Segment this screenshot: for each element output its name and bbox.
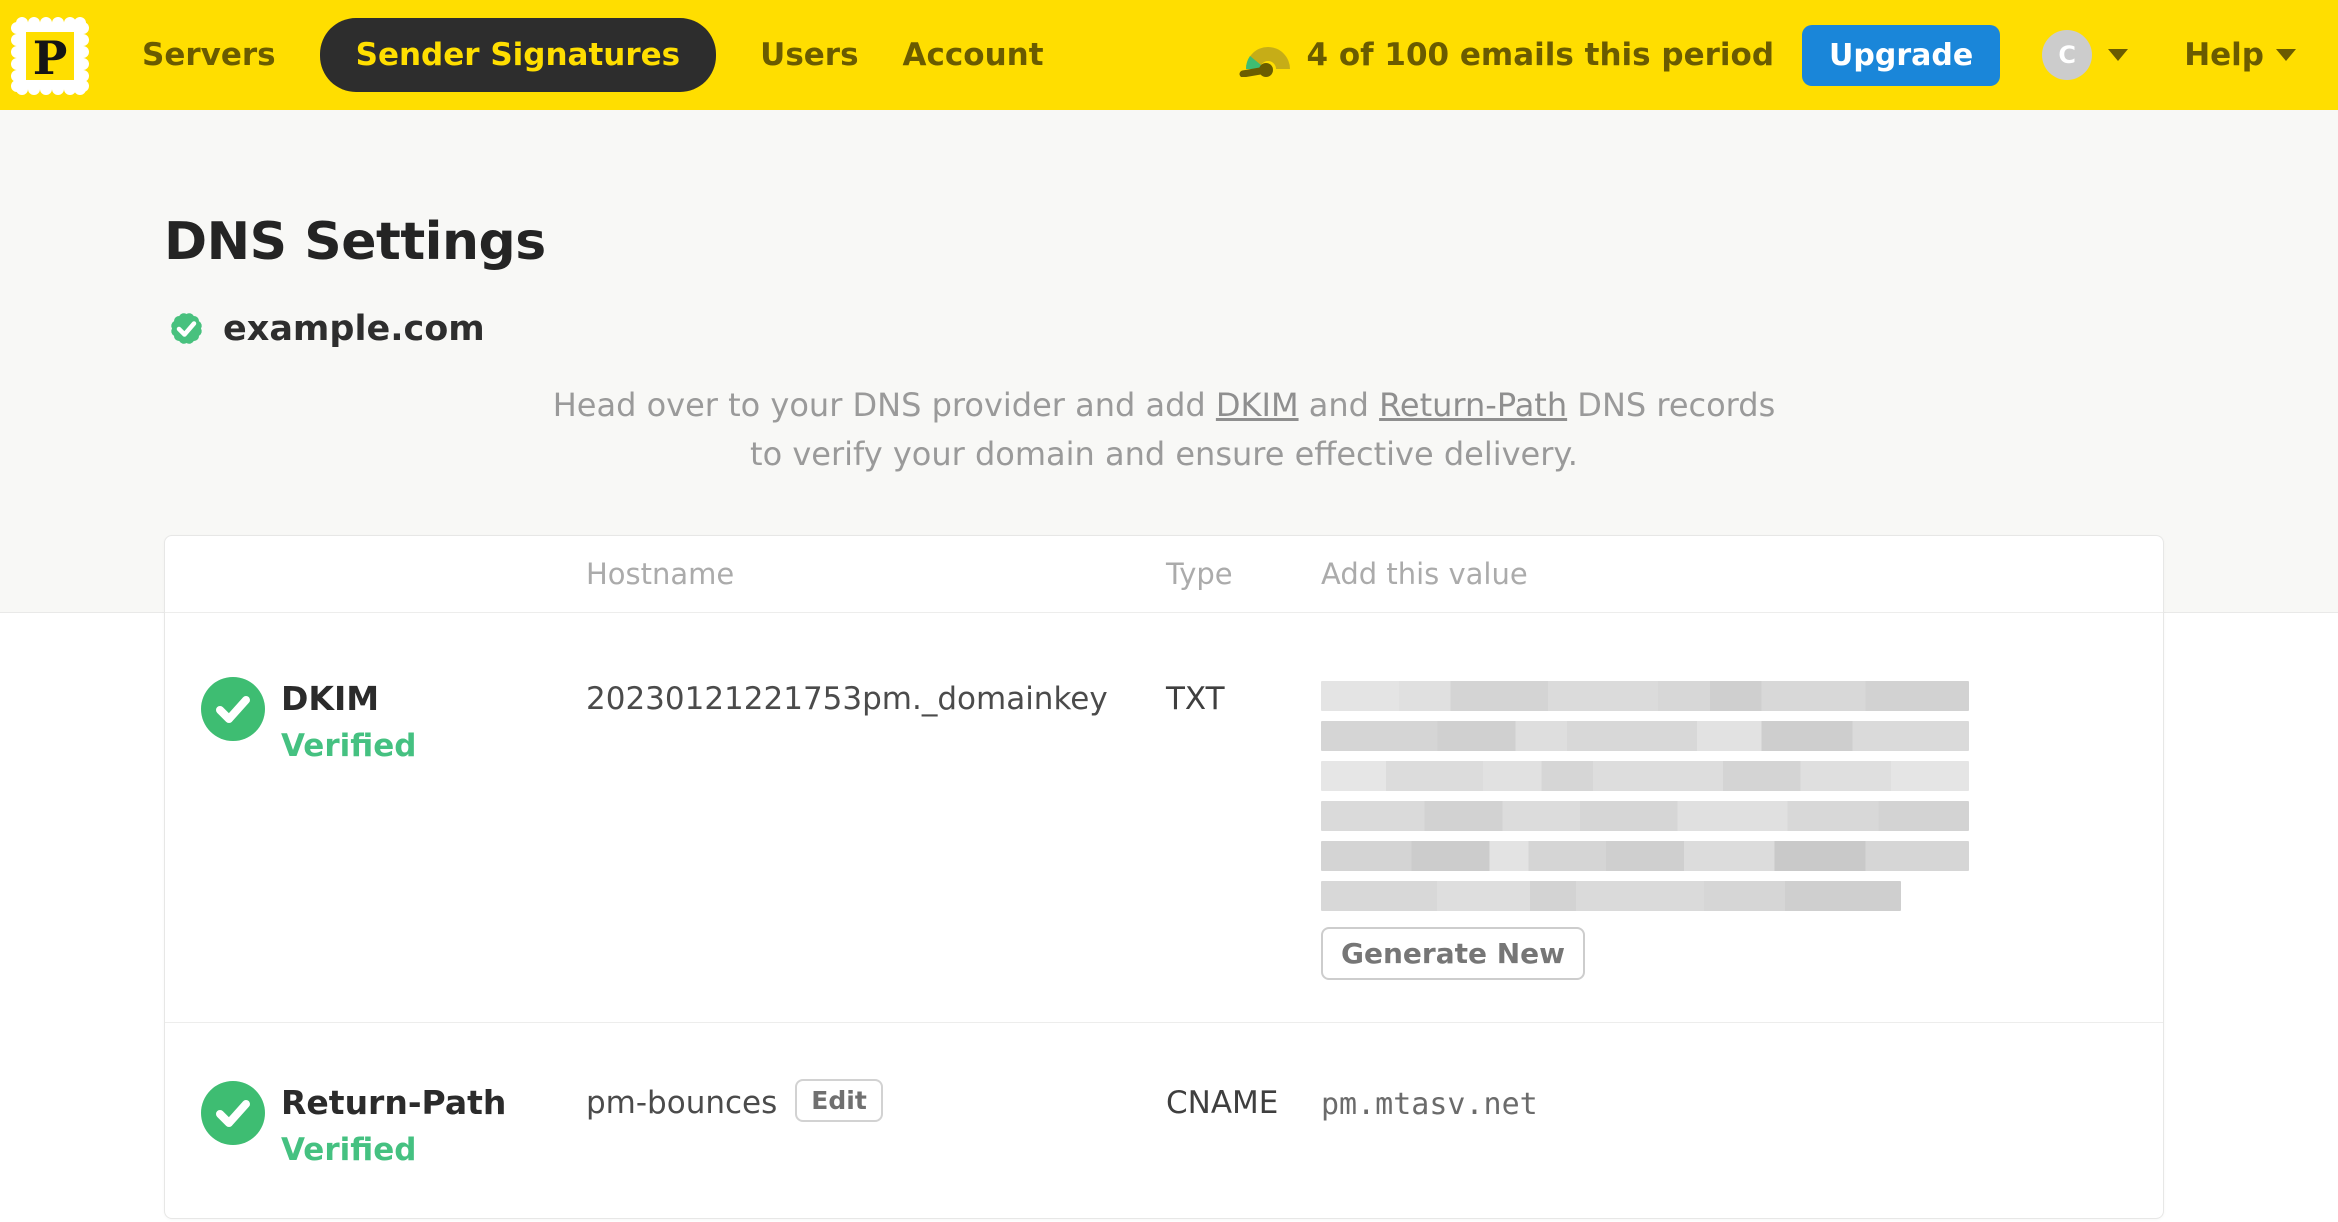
verified-check-icon xyxy=(201,1081,265,1145)
hostname-value: pm-bounces xyxy=(586,1085,778,1121)
status-badge: Verified xyxy=(281,728,417,764)
generate-new-button[interactable]: Generate New xyxy=(1321,927,1586,980)
column-header-type: Type xyxy=(1166,557,1233,591)
gauge-icon xyxy=(1239,47,1291,77)
table-header-row: Hostname Type Add this value xyxy=(165,536,2163,612)
verified-check-icon xyxy=(201,677,265,741)
dkim-value-cell: Generate New xyxy=(1321,677,2127,980)
redacted-bar xyxy=(1321,761,1969,791)
redacted-bar xyxy=(1321,721,1969,751)
navbar: P Servers Sender Signatures Users Accoun… xyxy=(0,0,2338,110)
nav-item-users[interactable]: Users xyxy=(760,37,858,73)
primary-nav: Servers Sender Signatures Users Account xyxy=(142,18,1044,92)
page-title: DNS Settings xyxy=(164,212,546,272)
record-name: DKIM xyxy=(281,679,380,718)
dkim-hostname: 20230121221753pm._domainkey xyxy=(586,677,1166,980)
dkim-type: TXT xyxy=(1166,681,1225,717)
dkim-link[interactable]: DKIM xyxy=(1216,386,1299,424)
column-header-value: Add this value xyxy=(1321,557,1528,591)
redacted-bar xyxy=(1321,681,1969,711)
return-path-type: CNAME xyxy=(1166,1085,1279,1121)
redacted-bar xyxy=(1321,801,1969,831)
avatar: C xyxy=(2042,30,2093,80)
status-badge: Verified xyxy=(281,1132,417,1168)
return-path-value: pm.mtasv.net xyxy=(1321,1087,1538,1122)
help-label: Help xyxy=(2184,37,2264,73)
postmark-logo[interactable]: P xyxy=(8,14,92,98)
usage-label: 4 of 100 emails this period xyxy=(1306,37,1775,73)
table-row-dkim: DKIM Verified 20230121221753pm._domainke… xyxy=(165,612,2163,1022)
dkim-label-cell: DKIM Verified xyxy=(201,677,586,980)
domain-name: example.com xyxy=(223,308,485,349)
record-name: Return-Path xyxy=(281,1083,507,1122)
postage-stamp-icon: P xyxy=(11,17,89,95)
navbar-right: 4 of 100 emails this period Upgrade C He… xyxy=(1238,24,2296,86)
chevron-down-icon xyxy=(2276,49,2296,61)
nav-item-sender-signatures[interactable]: Sender Signatures xyxy=(319,18,717,92)
redacted-bar xyxy=(1321,841,1969,871)
edit-button[interactable]: Edit xyxy=(795,1079,883,1122)
intro-text: Head over to your DNS provider and add D… xyxy=(534,381,1794,479)
nav-item-servers[interactable]: Servers xyxy=(142,37,276,73)
return-path-link[interactable]: Return-Path xyxy=(1379,386,1567,424)
column-header-hostname: Hostname xyxy=(586,557,735,591)
nav-item-account[interactable]: Account xyxy=(903,37,1044,73)
domain-row: example.com xyxy=(164,306,2164,351)
usage-indicator[interactable]: 4 of 100 emails this period xyxy=(1238,33,1774,77)
main-content: DNS Settings example.com Head over to yo… xyxy=(164,110,2164,1219)
redacted-dkim-value xyxy=(1321,677,2127,911)
return-path-label-cell: Return-Path Verified xyxy=(201,1081,586,1168)
return-path-hostname: pm-bounces Edit xyxy=(586,1079,1166,1168)
logo-letter: P xyxy=(33,31,68,85)
intro-mid: and xyxy=(1298,386,1380,424)
account-menu[interactable]: C xyxy=(2042,30,2129,80)
help-menu[interactable]: Help xyxy=(2184,37,2296,73)
upgrade-button[interactable]: Upgrade xyxy=(1802,24,2001,86)
chevron-down-icon xyxy=(2108,49,2129,61)
dns-records-card: Hostname Type Add this value DKIM Verifi… xyxy=(164,535,2164,1219)
table-row-return-path: Return-Path Verified pm-bounces Edit CNA… xyxy=(165,1022,2163,1218)
hostname-value: 20230121221753pm._domainkey xyxy=(586,681,1108,717)
verified-badge-icon xyxy=(171,313,202,344)
redacted-bar xyxy=(1321,881,1901,911)
intro-pre: Head over to your DNS provider and add xyxy=(552,386,1216,424)
